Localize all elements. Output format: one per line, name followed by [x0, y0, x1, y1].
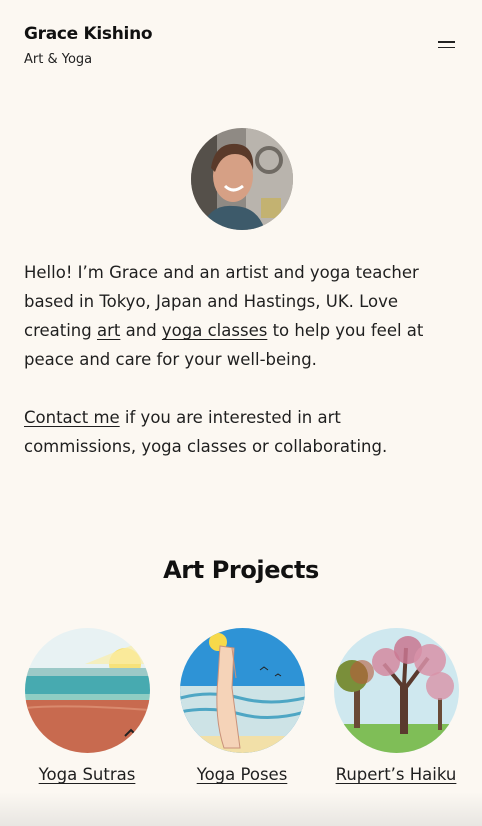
intro-text-2: and	[120, 321, 162, 340]
site-tagline: Art & Yoga	[24, 52, 93, 67]
project-card[interactable]: Yoga Poses	[164, 628, 320, 784]
project-card[interactable]: Yoga Sutras	[9, 628, 165, 784]
contact-paragraph: Contact me if you are interested in art …	[24, 403, 458, 461]
yoga-classes-link[interactable]: yoga classes	[162, 321, 267, 340]
section-title: Art Projects	[163, 556, 319, 584]
intro-paragraph: Hello! I’m Grace and an artist and yoga …	[24, 258, 458, 374]
site-title[interactable]: Grace Kishino	[24, 24, 458, 44]
yoga-sutras-image[interactable]	[24, 628, 150, 753]
project-link-ruperts-haiku[interactable]: Rupert’s Haiku	[336, 765, 457, 784]
yoga-poses-image[interactable]	[179, 628, 305, 753]
project-link-yoga-poses[interactable]: Yoga Poses	[197, 765, 288, 784]
contact-link[interactable]: Contact me	[24, 408, 120, 427]
ruperts-haiku-image[interactable]	[333, 628, 459, 753]
menu-button[interactable]	[438, 38, 458, 52]
site-header: Grace Kishino Art & Yoga	[24, 24, 458, 74]
intro-text: Hello! I’m Grace and an artist and yoga …	[24, 258, 458, 461]
bottom-fade	[0, 792, 482, 826]
avatar	[191, 128, 293, 230]
project-link-yoga-sutras[interactable]: Yoga Sutras	[39, 765, 136, 784]
art-link[interactable]: art	[97, 321, 120, 340]
hamburger-icon	[438, 41, 458, 49]
project-card[interactable]: Rupert’s Haiku	[318, 628, 474, 784]
